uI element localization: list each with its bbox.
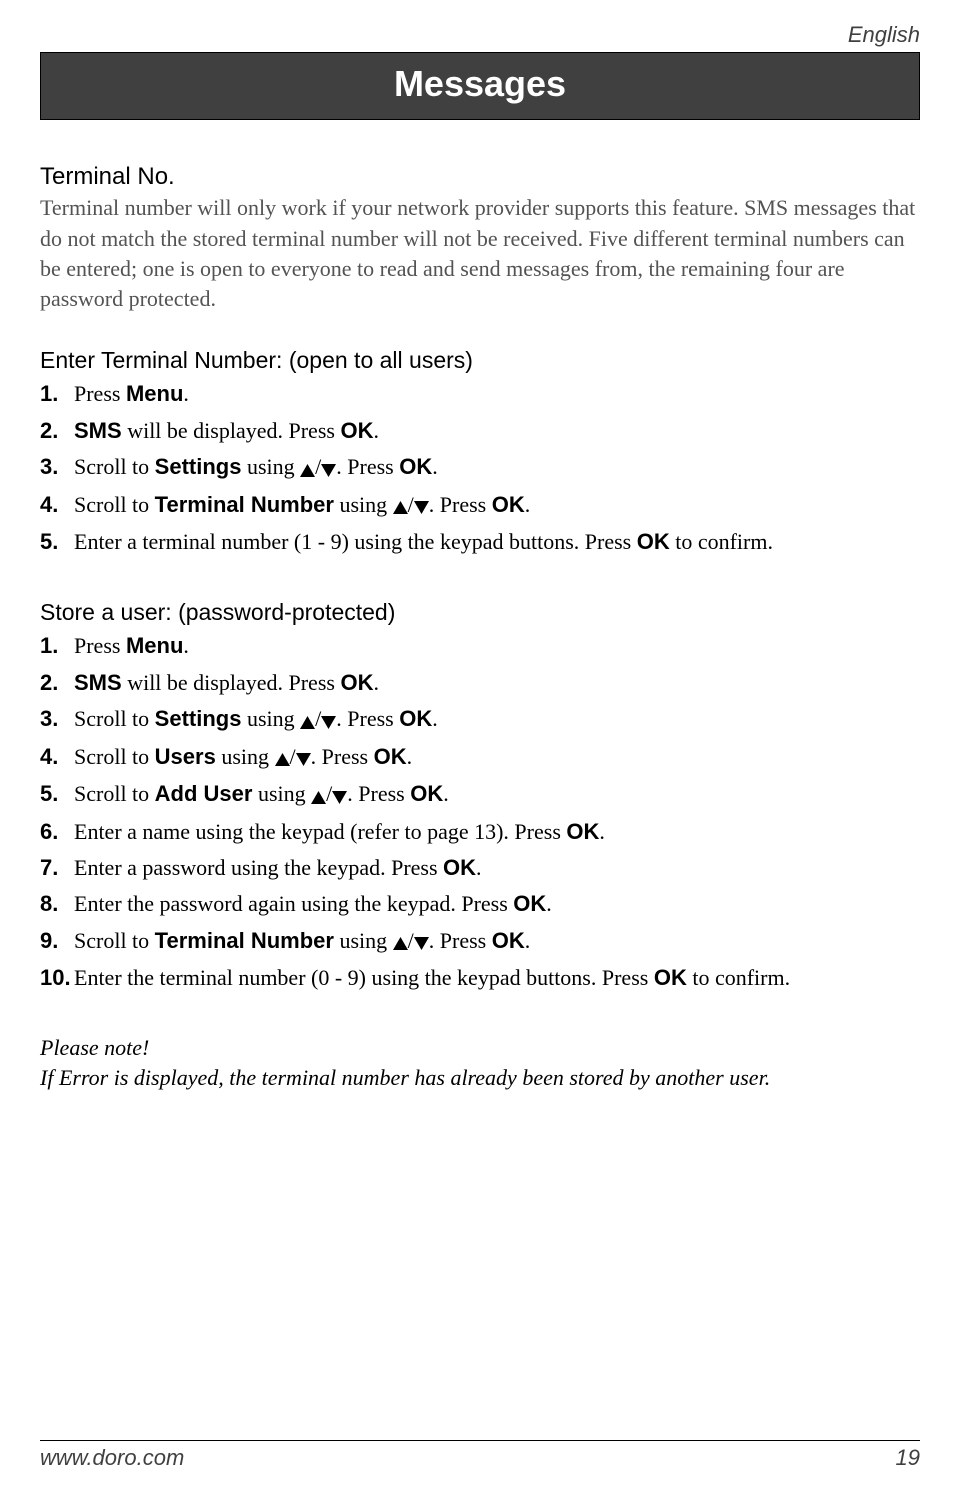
- step-row: 10.Enter the terminal number (0 - 9) usi…: [40, 960, 920, 996]
- down-arrow-icon: [414, 927, 429, 957]
- step-text: Scroll to Terminal Number using /. Press…: [74, 490, 530, 522]
- step-number: 7.: [40, 853, 74, 883]
- list-a-heading: Enter Terminal Number: (open to all user…: [40, 345, 920, 377]
- step-text: Enter a terminal number (1 - 9) using th…: [74, 527, 773, 557]
- up-arrow-icon: [311, 780, 326, 810]
- step-row: 5.Enter a terminal number (1 - 9) using …: [40, 524, 920, 560]
- up-arrow-icon: [300, 705, 315, 735]
- page-title: Messages: [40, 52, 920, 120]
- step-number: 2.: [40, 416, 74, 446]
- step-number: 5.: [40, 779, 74, 809]
- step-text: Enter a password using the keypad. Press…: [74, 853, 482, 883]
- note-heading: Please note!: [40, 1033, 920, 1063]
- step-number: 6.: [40, 817, 74, 847]
- step-text: Scroll to Settings using /. Press OK.: [74, 704, 438, 736]
- down-arrow-icon: [321, 453, 336, 483]
- step-row: 3.Scroll to Settings using /. Press OK.: [40, 449, 920, 487]
- language-label: English: [40, 20, 920, 50]
- step-text: Scroll to Terminal Number using /. Press…: [74, 926, 530, 958]
- section-title: Terminal No.: [40, 160, 920, 193]
- step-number: 4.: [40, 742, 74, 772]
- down-arrow-icon: [296, 743, 311, 773]
- step-row: 1.Press Menu.: [40, 376, 920, 412]
- step-number: 3.: [40, 704, 74, 734]
- step-number: 10.: [40, 963, 74, 993]
- step-row: 8.Enter the password again using the key…: [40, 886, 920, 922]
- step-number: 3.: [40, 452, 74, 482]
- step-row: 7.Enter a password using the keypad. Pre…: [40, 850, 920, 886]
- up-arrow-icon: [393, 927, 408, 957]
- step-row: 5.Scroll to Add User using /. Press OK.: [40, 776, 920, 814]
- step-text: SMS will be displayed. Press OK.: [74, 668, 379, 698]
- step-text: Enter the terminal number (0 - 9) using …: [74, 963, 790, 993]
- step-number: 1.: [40, 379, 74, 409]
- note-body: If Error is displayed, the terminal numb…: [40, 1063, 920, 1093]
- intro-paragraph: Terminal number will only work if your n…: [40, 193, 920, 314]
- step-text: Scroll to Add User using /. Press OK.: [74, 779, 449, 811]
- step-number: 9.: [40, 926, 74, 956]
- step-text: Scroll to Settings using /. Press OK.: [74, 452, 438, 484]
- step-number: 5.: [40, 527, 74, 557]
- step-number: 1.: [40, 631, 74, 661]
- step-number: 2.: [40, 668, 74, 698]
- up-arrow-icon: [393, 491, 408, 521]
- step-text: SMS will be displayed. Press OK.: [74, 416, 379, 446]
- step-row: 4.Scroll to Terminal Number using /. Pre…: [40, 487, 920, 525]
- list-b-heading: Store a user: (password-protected): [40, 597, 920, 629]
- up-arrow-icon: [275, 743, 290, 773]
- down-arrow-icon: [414, 491, 429, 521]
- step-row: 4.Scroll to Users using /. Press OK.: [40, 739, 920, 777]
- footer-url: www.doro.com: [40, 1443, 184, 1473]
- step-row: 2.SMS will be displayed. Press OK.: [40, 665, 920, 701]
- step-row: 2.SMS will be displayed. Press OK.: [40, 413, 920, 449]
- step-text: Press Menu.: [74, 379, 189, 409]
- step-number: 8.: [40, 889, 74, 919]
- up-arrow-icon: [300, 453, 315, 483]
- step-number: 4.: [40, 490, 74, 520]
- footer: www.doro.com 19: [40, 1440, 920, 1473]
- step-text: Scroll to Users using /. Press OK.: [74, 742, 412, 774]
- step-text: Enter a name using the keypad (refer to …: [74, 817, 605, 847]
- step-row: 1.Press Menu.: [40, 628, 920, 664]
- list-b: 1.Press Menu.2.SMS will be displayed. Pr…: [40, 628, 920, 996]
- step-row: 6.Enter a name using the keypad (refer t…: [40, 814, 920, 850]
- step-text: Press Menu.: [74, 631, 189, 661]
- down-arrow-icon: [321, 705, 336, 735]
- step-row: 3.Scroll to Settings using /. Press OK.: [40, 701, 920, 739]
- list-a: 1.Press Menu.2.SMS will be displayed. Pr…: [40, 376, 920, 560]
- footer-page-number: 19: [896, 1443, 920, 1473]
- down-arrow-icon: [332, 780, 347, 810]
- step-row: 9.Scroll to Terminal Number using /. Pre…: [40, 923, 920, 961]
- step-text: Enter the password again using the keypa…: [74, 889, 552, 919]
